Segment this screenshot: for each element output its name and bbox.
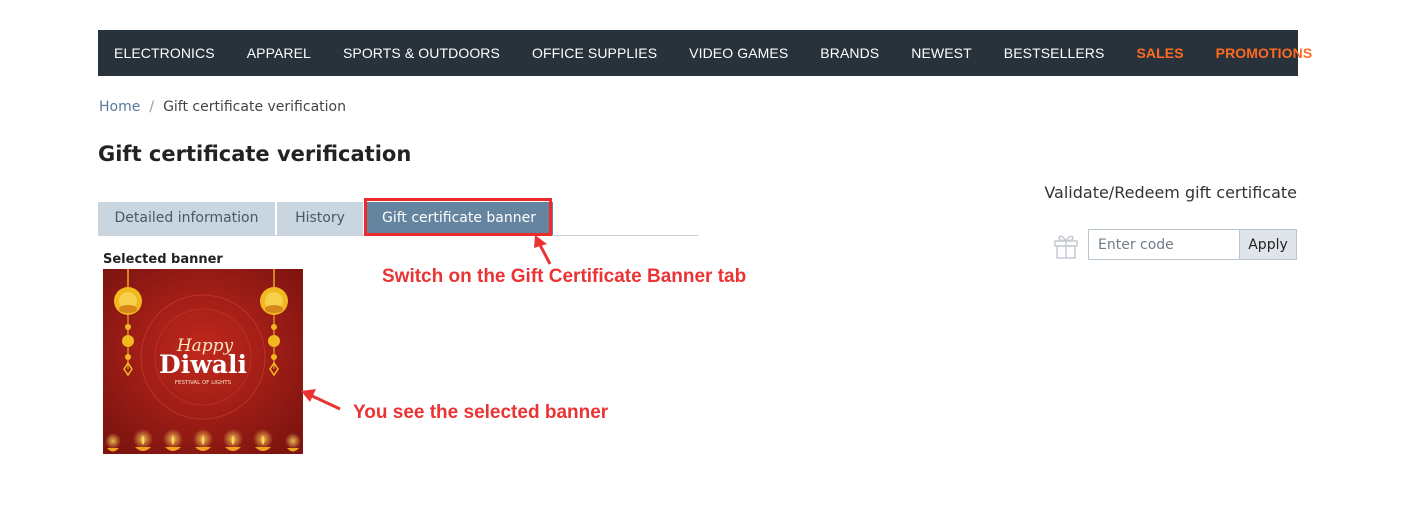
arrow-to-banner bbox=[301, 389, 341, 411]
gift-icon bbox=[1054, 235, 1078, 259]
selected-banner-label: Selected banner bbox=[103, 252, 223, 267]
breadcrumb-home-link[interactable]: Home bbox=[99, 99, 140, 115]
apply-button[interactable]: Apply bbox=[1239, 229, 1297, 260]
arrow-to-tab bbox=[534, 235, 552, 265]
page-title: Gift certificate verification bbox=[98, 142, 412, 166]
banner-subtitle-text: FESTIVAL OF LIGHTS bbox=[175, 380, 232, 386]
nav-sales[interactable]: SALES bbox=[1136, 45, 1183, 61]
breadcrumb-current: Gift certificate verification bbox=[163, 99, 346, 115]
annotation-switch-tab: Switch on the Gift Certificate Banner ta… bbox=[382, 266, 747, 287]
breadcrumb: Home / Gift certificate verification bbox=[99, 99, 346, 115]
tab-gift-certificate-banner[interactable]: Gift certificate banner bbox=[365, 202, 553, 235]
nav-video-games[interactable]: VIDEO GAMES bbox=[689, 45, 788, 61]
nav-office-supplies[interactable]: OFFICE SUPPLIES bbox=[532, 45, 657, 61]
nav-brands[interactable]: BRANDS bbox=[820, 45, 879, 61]
selected-banner-image: Happy Diwali FESTIVAL OF LIGHTS bbox=[103, 269, 303, 454]
top-navigation: ELECTRONICS APPAREL SPORTS & OUTDOORS OF… bbox=[98, 30, 1312, 76]
breadcrumb-separator: / bbox=[149, 99, 155, 115]
redeem-section-title: Validate/Redeem gift certificate bbox=[1044, 183, 1297, 202]
nav-electronics[interactable]: ELECTRONICS bbox=[114, 45, 215, 61]
nav-apparel[interactable]: APPAREL bbox=[247, 45, 311, 61]
nav-bestsellers[interactable]: BESTSELLERS bbox=[1004, 45, 1105, 61]
nav-newest[interactable]: NEWEST bbox=[911, 45, 972, 61]
tab-bar: Detailed information History Gift certif… bbox=[98, 202, 698, 236]
tab-detailed-information[interactable]: Detailed information bbox=[98, 202, 275, 235]
annotation-selected-banner: You see the selected banner bbox=[353, 402, 609, 423]
nav-promotions[interactable]: PROMOTIONS bbox=[1216, 45, 1313, 61]
nav-sports-outdoors[interactable]: SPORTS & OUTDOORS bbox=[343, 45, 500, 61]
banner-diwali-text: Diwali bbox=[159, 350, 247, 379]
tab-history[interactable]: History bbox=[277, 202, 363, 235]
gift-code-input[interactable] bbox=[1088, 229, 1239, 260]
